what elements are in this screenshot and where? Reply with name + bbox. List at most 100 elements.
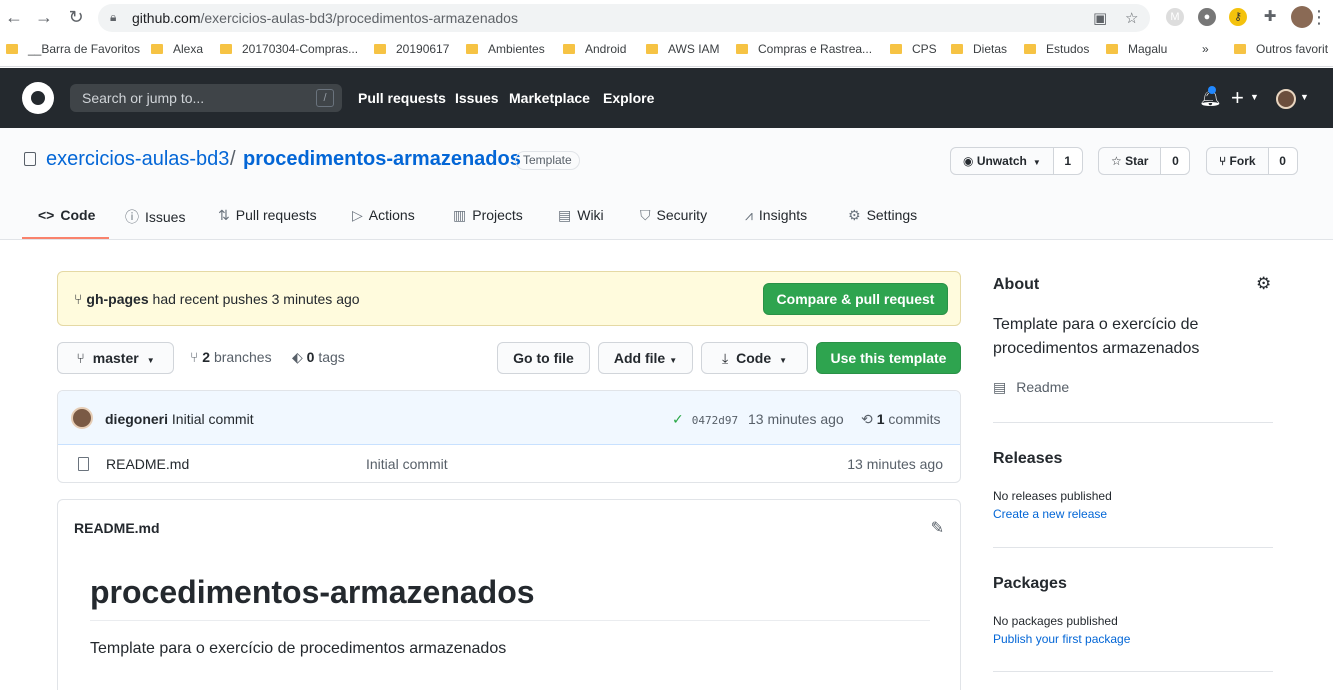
search-shortcut-key: / <box>316 89 334 107</box>
tab-security[interactable]: ⛉ Security <box>640 207 707 224</box>
github-logo-icon[interactable] <box>22 82 54 114</box>
notification-dot <box>1208 86 1216 94</box>
packages-heading[interactable]: Packages <box>993 575 1067 593</box>
translate-icon[interactable]: ▣ <box>1093 9 1107 27</box>
extension-key-icon[interactable]: ⚷ <box>1229 8 1247 26</box>
compare-pull-request-button[interactable]: Compare & pull request <box>763 283 948 315</box>
use-template-button[interactable]: Use this template <box>816 342 961 374</box>
back-arrow-icon[interactable]: ← <box>2 6 26 30</box>
bookmark-folder[interactable]: Compras e Rastrea... <box>736 42 872 56</box>
code-download-button[interactable]: ⤓ Code ▼ <box>701 342 808 374</box>
commits-history-link[interactable]: ⟲ 1 commits <box>861 411 941 428</box>
bookmarks-overflow-button[interactable]: » <box>1202 42 1209 56</box>
readme-title: README.md <box>74 520 160 536</box>
chevron-down-icon: ▼ <box>669 356 678 365</box>
bookmark-folder[interactable]: Magalu <box>1106 42 1167 56</box>
pull-request-icon: ⇅ <box>218 207 230 223</box>
tab-insights[interactable]: ⩘ Insights <box>745 207 807 224</box>
forward-arrow-icon[interactable]: → <box>32 6 56 30</box>
create-release-link[interactable]: Create a new release <box>993 507 1107 521</box>
lock-icon: 🔒︎ <box>110 10 117 24</box>
bookmark-folder[interactable]: Android <box>563 42 626 56</box>
star-count[interactable]: 0 <box>1161 148 1190 174</box>
bookmark-folder[interactable]: Ambientes <box>466 42 545 56</box>
fork-button[interactable]: ⑂ Fork <box>1207 148 1269 174</box>
repo-owner-link[interactable]: exercicios-aulas-bd3 <box>46 148 229 171</box>
star-button[interactable]: ☆ Star <box>1099 148 1162 174</box>
file-commit-message[interactable]: Initial commit <box>366 456 448 472</box>
tab-issues[interactable]: ⓘ Issues <box>125 207 185 227</box>
branch-select-button[interactable]: ⑂ master ▼ <box>57 342 174 374</box>
search-input[interactable]: Search or jump to... / <box>70 84 342 112</box>
tab-actions[interactable]: ▷ Actions <box>352 207 415 224</box>
bookmark-folder[interactable]: CPS <box>890 42 937 56</box>
chevron-down-icon[interactable]: ▼ <box>1250 92 1259 102</box>
watch-button[interactable]: ◉ Unwatch ▼ <box>951 148 1054 174</box>
avatar[interactable] <box>71 407 93 429</box>
url-path: /exercicios-aulas-bd3/procedimentos-arma… <box>200 10 518 26</box>
plus-icon[interactable]: + <box>1231 85 1244 111</box>
fork-count[interactable]: 0 <box>1268 148 1297 174</box>
readme-heading: procedimentos-armazenados <box>90 574 930 621</box>
bookmark-folder[interactable]: Alexa <box>151 42 203 56</box>
avatar[interactable] <box>1276 89 1296 109</box>
tags-link[interactable]: ⬖ 0 tags <box>292 349 345 366</box>
repo-name-link[interactable]: procedimentos-armazenados <box>243 148 521 171</box>
star-icon: ☆ <box>1111 154 1126 168</box>
commit-message[interactable]: Initial commit <box>172 411 254 427</box>
tab-projects[interactable]: ▥ Projects <box>453 207 523 224</box>
go-to-file-button[interactable]: Go to file <box>497 342 590 374</box>
nav-issues[interactable]: Issues <box>455 90 499 106</box>
tab-code[interactable]: <> Code <box>38 207 95 223</box>
releases-heading[interactable]: Releases <box>993 450 1062 468</box>
watch-count[interactable]: 1 <box>1053 148 1082 174</box>
folder-icon <box>374 44 386 54</box>
extension-circle-icon[interactable]: ● <box>1198 8 1216 26</box>
repo-tabs: <> Code ⓘ Issues ⇅ Pull requests ▷ Actions ▥… <box>0 192 1333 240</box>
address-bar[interactable]: 🔒︎ github.com/exercicios-aulas-bd3/proce… <box>98 4 1150 32</box>
bookmark-folder[interactable]: Estudos <box>1024 42 1089 56</box>
nav-marketplace[interactable]: Marketplace <box>509 90 590 106</box>
tab-wiki[interactable]: ▤ Wiki <box>558 207 604 224</box>
bookmark-folder-other[interactable]: Outros favorit <box>1234 42 1328 56</box>
branch-icon: ⑂ <box>190 349 203 365</box>
tab-pull-requests[interactable]: ⇅ Pull requests <box>218 207 317 224</box>
bookmark-folder[interactable]: Dietas <box>951 42 1007 56</box>
file-name-link[interactable]: README.md <box>106 456 189 472</box>
gear-icon[interactable]: ⚙ <box>1256 274 1271 294</box>
nav-explore[interactable]: Explore <box>603 90 654 106</box>
add-file-button[interactable]: Add file ▼ <box>598 342 693 374</box>
releases-empty: No releases published <box>993 489 1112 503</box>
reload-icon[interactable]: ↻ <box>64 6 88 30</box>
nav-pull-requests[interactable]: Pull requests <box>358 90 446 106</box>
pushed-branch[interactable]: gh-pages <box>86 291 148 307</box>
pencil-icon[interactable]: ✎ <box>931 518 944 538</box>
active-tab-indicator <box>22 237 109 239</box>
extensions-puzzle-icon[interactable]: ✚ <box>1261 8 1279 26</box>
packages-empty: No packages published <box>993 614 1118 628</box>
bookmarks-bar: __Barra de Favoritos Alexa 20170304-Comp… <box>0 36 1333 67</box>
bookmark-folder[interactable]: 20190617 <box>374 42 449 56</box>
chevron-down-icon[interactable]: ▼ <box>1300 92 1309 102</box>
commit-meta: ✓ 0472d97 13 minutes ago <box>672 411 844 428</box>
tab-settings[interactable]: ⚙ Settings <box>848 207 917 224</box>
star-bookmark-icon[interactable]: ☆ <box>1125 9 1138 27</box>
folder-icon <box>1024 44 1036 54</box>
repo-template-icon <box>24 152 36 166</box>
extension-m-icon[interactable]: M <box>1166 8 1184 26</box>
bookmark-folder[interactable]: AWS IAM <box>646 42 720 56</box>
readme-link[interactable]: ▤ Readme <box>993 379 1069 396</box>
download-icon: ⤓ <box>721 350 729 366</box>
chrome-menu-icon[interactable]: ⋮ <box>1307 6 1331 30</box>
watch-button-group: ◉ Unwatch ▼ 1 <box>950 147 1083 175</box>
repo-separator: / <box>230 148 236 170</box>
commit-author[interactable]: diegoneri <box>105 411 168 427</box>
folder-icon <box>220 44 232 54</box>
readme-body: Template para o exercício de procediment… <box>90 640 507 657</box>
recent-push-text: ⑂ gh-pages had recent pushes 3 minutes ag… <box>74 291 360 307</box>
branches-link[interactable]: ⑂ 2 branches <box>190 349 272 365</box>
bookmark-folder[interactable]: 20170304-Compras... <box>220 42 358 56</box>
publish-package-link[interactable]: Publish your first package <box>993 632 1130 646</box>
bookmark-folder[interactable]: __Barra de Favoritos <box>6 42 140 56</box>
commit-sha[interactable]: 0472d97 <box>692 414 738 427</box>
